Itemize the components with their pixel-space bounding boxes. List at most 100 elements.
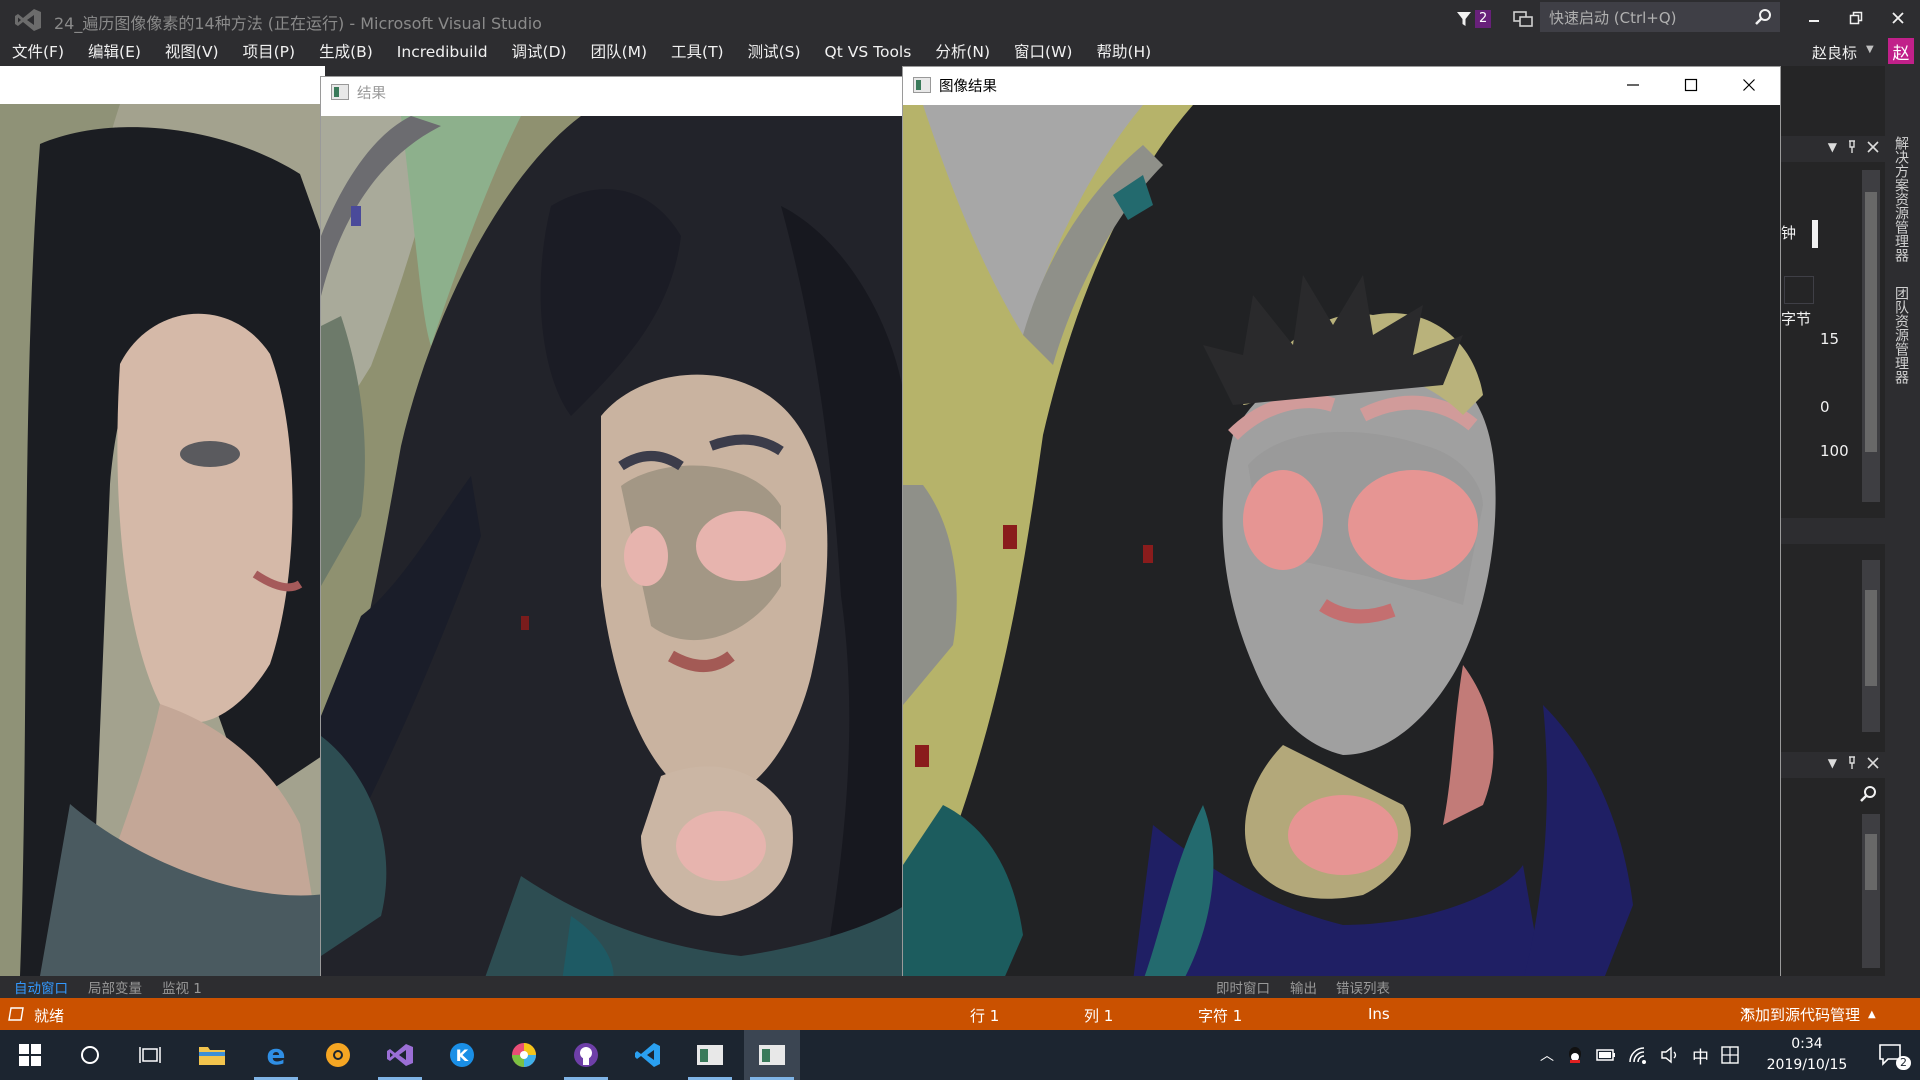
menu-tools[interactable]: 工具(T) bbox=[659, 40, 736, 64]
original-photo bbox=[0, 104, 325, 976]
scroll-thumb[interactable] bbox=[1865, 590, 1877, 686]
visual-studio-icon bbox=[15, 9, 41, 31]
panel-scrollbar-1[interactable] bbox=[1862, 170, 1880, 502]
menu-file[interactable]: 文件(F) bbox=[0, 40, 76, 64]
menu-project[interactable]: 项目(P) bbox=[231, 40, 307, 64]
color-app-button[interactable] bbox=[496, 1030, 552, 1080]
filter-icon bbox=[1457, 12, 1471, 26]
quick-launch-input[interactable] bbox=[1547, 7, 1751, 29]
image-result-window-button[interactable] bbox=[744, 1030, 800, 1080]
wifi-icon[interactable] bbox=[1628, 1046, 1648, 1064]
volume-icon[interactable] bbox=[1660, 1046, 1680, 1064]
quick-launch[interactable] bbox=[1540, 2, 1780, 32]
kugou-icon: K bbox=[450, 1043, 474, 1067]
tab-team-explorer[interactable]: 团队资源管理器 bbox=[1891, 286, 1911, 384]
vscode-icon bbox=[635, 1043, 660, 1067]
arrow-up-icon: ↑ bbox=[1740, 1005, 1753, 1023]
battery-icon[interactable] bbox=[1596, 1048, 1616, 1062]
close-icon bbox=[1892, 12, 1904, 24]
panel-text-clock: 钟 bbox=[1781, 224, 1797, 242]
scroll-thumb[interactable] bbox=[1865, 192, 1877, 452]
minimize-button[interactable] bbox=[1794, 4, 1834, 32]
minimize-icon bbox=[1809, 20, 1819, 22]
chevron-down-icon[interactable]: ▼ bbox=[1866, 44, 1874, 55]
menu-view[interactable]: 视图(V) bbox=[153, 40, 231, 64]
visual-studio-icon bbox=[387, 1044, 413, 1066]
show-hidden-icons-icon[interactable]: ︿ bbox=[1540, 1045, 1554, 1065]
task-view-button[interactable] bbox=[122, 1030, 178, 1080]
close-button[interactable] bbox=[1878, 4, 1918, 32]
taskbar-clock[interactable]: 0:34 2019/10/15 bbox=[1752, 1034, 1862, 1076]
kugou-button[interactable]: K bbox=[434, 1030, 490, 1080]
image-window-button[interactable] bbox=[682, 1030, 738, 1080]
panel-field[interactable] bbox=[1784, 276, 1814, 304]
action-center-button[interactable]: 2 bbox=[1866, 1030, 1916, 1080]
menu-test[interactable]: 测试(S) bbox=[736, 40, 813, 64]
file-explorer-button[interactable] bbox=[184, 1030, 240, 1080]
image-result-window[interactable]: 图像结果 bbox=[902, 66, 1781, 982]
menu-help[interactable]: 帮助(H) bbox=[1084, 40, 1163, 64]
notification-count: 2 bbox=[1475, 10, 1492, 28]
tab-solution-explorer[interactable]: 解决方案资源管理器 bbox=[1891, 136, 1911, 262]
panel-scrollbar-2[interactable] bbox=[1862, 560, 1880, 732]
vscode-button[interactable] bbox=[620, 1030, 676, 1080]
search-icon[interactable] bbox=[1753, 7, 1773, 27]
file-explorer-icon bbox=[199, 1047, 225, 1065]
add-to-source-control-button[interactable]: ↑ 添加到源代码管理 ▲ bbox=[1740, 998, 1876, 1030]
avatar[interactable]: 赵 bbox=[1888, 38, 1914, 64]
tab-watch-1[interactable]: 监视 1 bbox=[162, 977, 202, 997]
menu-debug[interactable]: 调试(D) bbox=[500, 40, 579, 64]
tab-output[interactable]: 输出 bbox=[1290, 977, 1317, 997]
input-mode-icon[interactable] bbox=[1721, 1046, 1739, 1064]
tab-locals[interactable]: 局部变量 bbox=[88, 977, 142, 997]
system-tray: ︿ 中 bbox=[1540, 1030, 1739, 1080]
start-button[interactable] bbox=[2, 1030, 58, 1080]
image-result-window-titlebar[interactable]: 图像结果 bbox=[903, 67, 1780, 103]
user-name[interactable]: 赵良标 bbox=[1812, 42, 1857, 63]
tab-error-list[interactable]: 错误列表 bbox=[1336, 977, 1390, 997]
menu-edit[interactable]: 编辑(E) bbox=[76, 40, 153, 64]
menu-incredibuild[interactable]: Incredibuild bbox=[385, 40, 500, 64]
svg-text:e: e bbox=[267, 1041, 286, 1069]
panel-scrollbar-3[interactable] bbox=[1862, 814, 1880, 968]
status-column: 列 1 bbox=[1084, 1007, 1114, 1025]
close-icon[interactable] bbox=[1867, 141, 1879, 153]
menu-build[interactable]: 生成(B) bbox=[307, 40, 385, 64]
menu-qt-vs-tools[interactable]: Qt VS Tools bbox=[813, 40, 924, 64]
result-window-titlebar[interactable]: 结果 bbox=[321, 77, 904, 107]
panel-text-bytes: 字节 bbox=[1781, 310, 1812, 328]
pin-icon[interactable] bbox=[1847, 140, 1857, 154]
github-desktop-button[interactable] bbox=[558, 1030, 614, 1080]
window-app-icon bbox=[913, 77, 931, 93]
visual-studio-button[interactable] bbox=[372, 1030, 428, 1080]
qq-icon[interactable] bbox=[1566, 1045, 1584, 1065]
menu-analyze[interactable]: 分析(N) bbox=[923, 40, 1002, 64]
close-icon bbox=[1743, 79, 1755, 91]
restore-button[interactable] bbox=[1836, 4, 1876, 32]
input-method-indicator[interactable]: 中 bbox=[1692, 1043, 1709, 1068]
chrome-canary-button[interactable] bbox=[310, 1030, 366, 1080]
image-window-maximize-button[interactable] bbox=[1662, 67, 1720, 103]
image-window-minimize-button[interactable] bbox=[1604, 67, 1662, 103]
pin-icon[interactable] bbox=[1847, 756, 1857, 770]
feedback-icon[interactable] bbox=[1512, 8, 1534, 30]
scroll-thumb[interactable] bbox=[1865, 834, 1877, 890]
panel-dropdown-icon[interactable]: ▼ bbox=[1828, 756, 1837, 770]
tab-autos[interactable]: 自动窗口 bbox=[14, 977, 68, 997]
status-character: 字符 1 bbox=[1198, 1007, 1243, 1025]
panel-dropdown-icon[interactable]: ▼ bbox=[1828, 140, 1837, 154]
minimize-icon bbox=[1627, 84, 1639, 86]
search-icon[interactable] bbox=[1858, 784, 1878, 804]
task-view-icon bbox=[139, 1047, 161, 1063]
menu-window[interactable]: 窗口(W) bbox=[1002, 40, 1084, 64]
cortana-button[interactable] bbox=[62, 1030, 118, 1080]
menu-team[interactable]: 团队(M) bbox=[579, 40, 659, 64]
image-window-close-button[interactable] bbox=[1720, 67, 1778, 103]
close-icon[interactable] bbox=[1867, 757, 1879, 769]
clock-date: 2019/10/15 bbox=[1766, 1057, 1848, 1073]
svg-text:K: K bbox=[456, 1046, 469, 1065]
edge-button[interactable]: e bbox=[248, 1030, 304, 1080]
notifications-button[interactable]: 2 bbox=[1456, 6, 1492, 32]
tab-immediate-window[interactable]: 即时窗口 bbox=[1216, 977, 1270, 997]
result-window[interactable]: 结果 bbox=[320, 76, 905, 990]
